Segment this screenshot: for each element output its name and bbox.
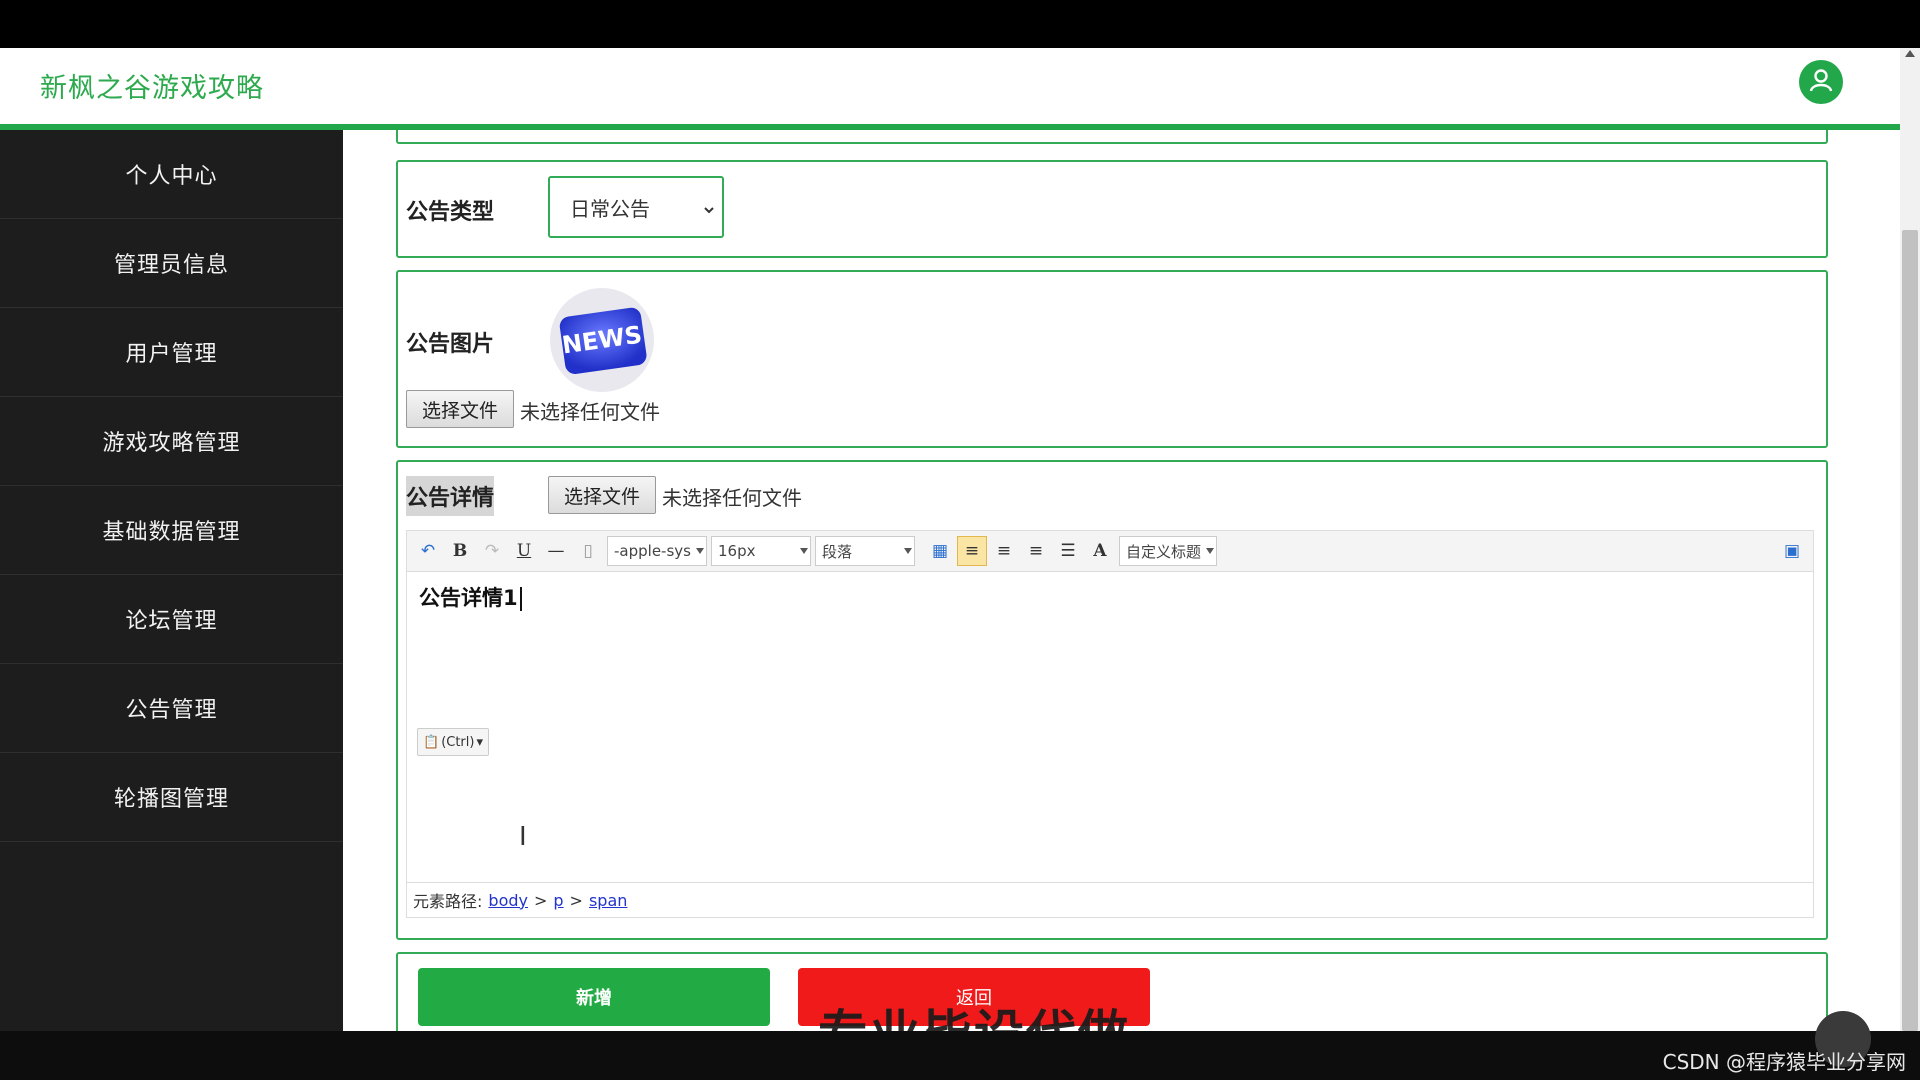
sidebar-item-notice-management[interactable]: 公告管理 [0,664,343,753]
form-actions-panel: 新增 返回 专业毕设代做 [396,952,1828,1031]
promo-overlay-text: 专业毕设代做 [818,994,1130,1031]
align-right-icon[interactable]: ≡ [989,536,1019,566]
element-path-bar: 元素路径: body > p > span [406,882,1814,918]
paste-options-button[interactable]: 📋 (Ctrl) ▾ [417,728,489,756]
align-justify-icon[interactable]: ☰ [1053,536,1083,566]
page-scrollbar[interactable] [1900,48,1920,1031]
dropdown-arrow-icon [800,548,808,554]
blank-page-icon[interactable]: ▯ [573,536,603,566]
paragraph-value: 段落 [822,542,853,561]
video-bottom-bar [0,1031,1920,1080]
i-beam-cursor-icon: I [519,822,527,852]
add-button[interactable]: 新增 [418,968,770,1026]
bold-icon[interactable]: B [445,536,475,566]
notice-detail-label: 公告详情 [406,476,495,516]
align-left-icon[interactable]: ≡ [957,536,987,566]
form-row-notice-image: 公告图片 NEWS 选择文件 未选择任何文件 [396,270,1828,448]
top-header: 新枫之谷游戏攻略 [0,48,1900,130]
editor-content[interactable]: 公告详情1 [419,582,522,612]
path-separator: > [533,890,548,910]
sidebar-item-carousel-management[interactable]: 轮播图管理 [0,753,343,842]
dropdown-arrow-icon [904,548,912,554]
app-window: 新枫之谷游戏攻略 个人中心 管理员信息 用户管理 游戏攻略管理 基础数据管理 论… [0,48,1900,1031]
csdn-credit: CSDN @程序猿毕业分享网 [1662,1050,1906,1074]
font-size-select[interactable]: 16px [711,536,811,566]
align-center-icon[interactable]: ≡ [1021,536,1051,566]
form-row-notice-detail: 公告详情 选择文件 未选择任何文件 ↶ B ↷ U — ▯ -apple-sys… [396,460,1828,940]
paragraph-select[interactable]: 段落 [815,536,915,566]
font-size-value: 16px [718,542,756,560]
redo-icon[interactable]: ↷ [477,536,507,566]
image-choose-file-button[interactable]: 选择文件 [406,390,514,428]
path-link-span[interactable]: span [589,891,627,910]
user-avatar-button[interactable] [1799,60,1843,104]
image-file-status: 未选择任何文件 [520,400,660,424]
undo-icon[interactable]: ↶ [413,536,443,566]
custom-heading-select[interactable]: 自定义标题 [1119,536,1217,566]
sidebar-item-forum-management[interactable]: 论坛管理 [0,575,343,664]
notice-image-label: 公告图片 [406,332,495,357]
dropdown-arrow-icon [696,548,704,554]
sidebar-item-guide-management[interactable]: 游戏攻略管理 [0,397,343,486]
form-panel-previous [396,130,1828,144]
scroll-up-arrow-icon[interactable] [1905,50,1915,57]
font-family-select[interactable]: -apple-sys [607,536,707,566]
notice-type-label: 公告类型 [406,200,495,225]
path-link-p[interactable]: p [553,891,563,910]
sidebar-menu: 个人中心 管理员信息 用户管理 游戏攻略管理 基础数据管理 论坛管理 公告管理 … [0,130,343,1031]
form-row-notice-type: 公告类型 日常公告 [396,160,1828,258]
news-image-preview: NEWS [548,286,656,394]
sidebar-item-admin-info[interactable]: 管理员信息 [0,219,343,308]
notice-type-select[interactable]: 日常公告 [548,176,724,238]
font-family-value: -apple-sys [614,542,691,560]
sidebar-item-user-management[interactable]: 用户管理 [0,308,343,397]
horizontal-rule-icon[interactable]: — [541,536,571,566]
underline-icon[interactable]: U [509,536,539,566]
main-content: 公告类型 日常公告 公告图片 NEWS 选择文件 未选择任何文件 公告详情 选择… [343,130,1900,1031]
chevron-down-icon [702,198,716,222]
path-link-body[interactable]: body [488,891,528,910]
element-path-label: 元素路径: [413,892,483,911]
sidebar-item-personal-center[interactable]: 个人中心 [0,130,343,219]
fullscreen-icon[interactable]: ▣ [1777,536,1807,566]
clipboard-icon: 📋 [423,734,440,750]
detail-choose-file-button[interactable]: 选择文件 [548,476,656,514]
sidebar-item-base-data[interactable]: 基础数据管理 [0,486,343,575]
notice-type-value: 日常公告 [570,196,650,221]
font-color-icon[interactable]: A [1085,536,1115,566]
brand-title: 新枫之谷游戏攻略 [40,73,264,104]
detail-file-status: 未选择任何文件 [662,486,802,510]
editor-content-text: 公告详情1 [419,586,518,610]
custom-heading-value: 自定义标题 [1126,542,1202,561]
scrollbar-thumb[interactable] [1902,230,1918,1031]
paste-hint: (Ctrl) [441,734,475,750]
user-icon [1808,67,1834,97]
chevron-down-icon: ▾ [476,734,483,750]
dropdown-arrow-icon [1206,548,1214,554]
path-separator: > [569,890,583,910]
text-caret [519,587,522,611]
editor-toolbar: ↶ B ↷ U — ▯ -apple-sys 16px 段落 ▦ ≡ ≡ ≡ ☰… [406,530,1814,572]
window-top-bar [0,0,1920,48]
table-icon[interactable]: ▦ [925,536,955,566]
rich-text-editor[interactable]: 公告详情1 📋 (Ctrl) ▾ I [406,572,1814,882]
